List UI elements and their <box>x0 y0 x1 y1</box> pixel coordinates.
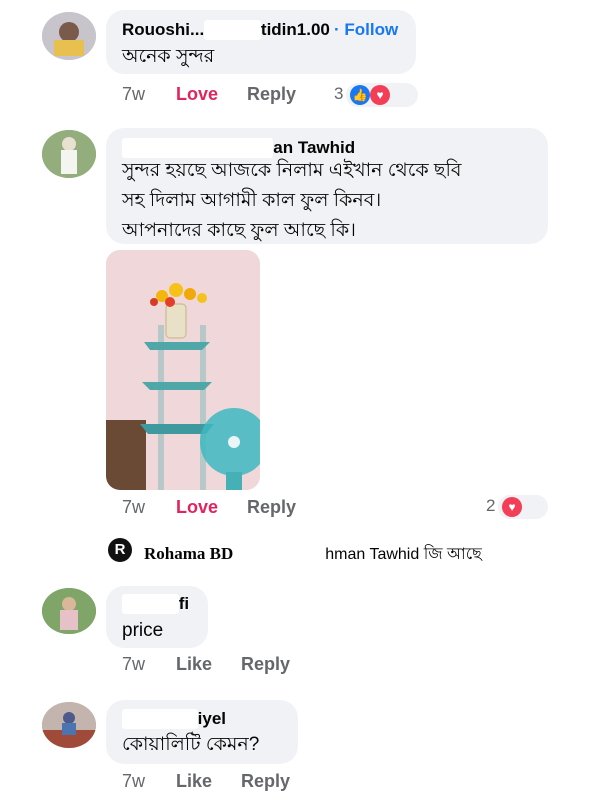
reply-button[interactable]: Reply <box>247 497 296 518</box>
reply-author: Rohama BD <box>144 544 234 563</box>
reply-button[interactable]: Reply <box>247 84 296 105</box>
love-icon: ♥ <box>502 497 522 517</box>
love-button[interactable]: Love <box>176 497 218 518</box>
like-button[interactable]: Like <box>176 771 212 792</box>
reply-button[interactable]: Reply <box>241 771 290 792</box>
comment-text: price <box>122 620 164 641</box>
avatar[interactable] <box>42 130 96 178</box>
avatar[interactable] <box>42 12 96 60</box>
comment-photo[interactable] <box>106 250 260 490</box>
comment-time[interactable]: 7w <box>122 654 145 675</box>
comment-time[interactable]: 7w <box>122 771 145 792</box>
comment-text: অনেক সুন্দর <box>122 46 215 67</box>
comment-author[interactable]: xxxxxxfi <box>122 594 189 614</box>
reaction-count[interactable]: 3 <box>334 84 343 104</box>
reply-mention: hman Tawhid <box>325 546 420 563</box>
love-button[interactable]: Love <box>176 84 218 105</box>
comment-actions: 7w Like Reply <box>122 654 422 678</box>
page-logo-icon[interactable]: R <box>108 538 132 562</box>
comment-author[interactable]: xxxxxxxxxxxxxxxxan Tawhid <box>122 138 355 158</box>
reply-preview[interactable]: Rohama BD hman Tawhid জি আছে <box>144 541 482 568</box>
comment-author[interactable]: xxxxxxxxiyel <box>122 709 226 729</box>
like-button[interactable]: Like <box>176 654 212 675</box>
avatar[interactable] <box>42 702 96 748</box>
avatar[interactable] <box>42 588 96 634</box>
comment-time[interactable]: 7w <box>122 497 145 518</box>
reply-button[interactable]: Reply <box>241 654 290 675</box>
comment-text: কোয়ালিটি কেমন? <box>122 734 260 755</box>
comment-text: সুন্দর হয়ছে আজকে নিলাম এইখান থেকে ছবি স… <box>122 160 462 241</box>
follow-button[interactable]: · Follow <box>334 20 398 40</box>
reaction-count[interactable]: 2 <box>486 496 495 516</box>
like-icon: 👍 <box>350 85 370 105</box>
comment-time[interactable]: 7w <box>122 84 145 105</box>
love-icon: ♥ <box>370 85 390 105</box>
comment-author[interactable]: Rouoshi...xxxxxxtidin1.00 <box>122 20 330 40</box>
reply-text: জি আছে <box>423 546 482 563</box>
comment-actions: 7w Love Reply <box>122 497 422 521</box>
comment-actions: 7w Like Reply <box>122 771 422 795</box>
